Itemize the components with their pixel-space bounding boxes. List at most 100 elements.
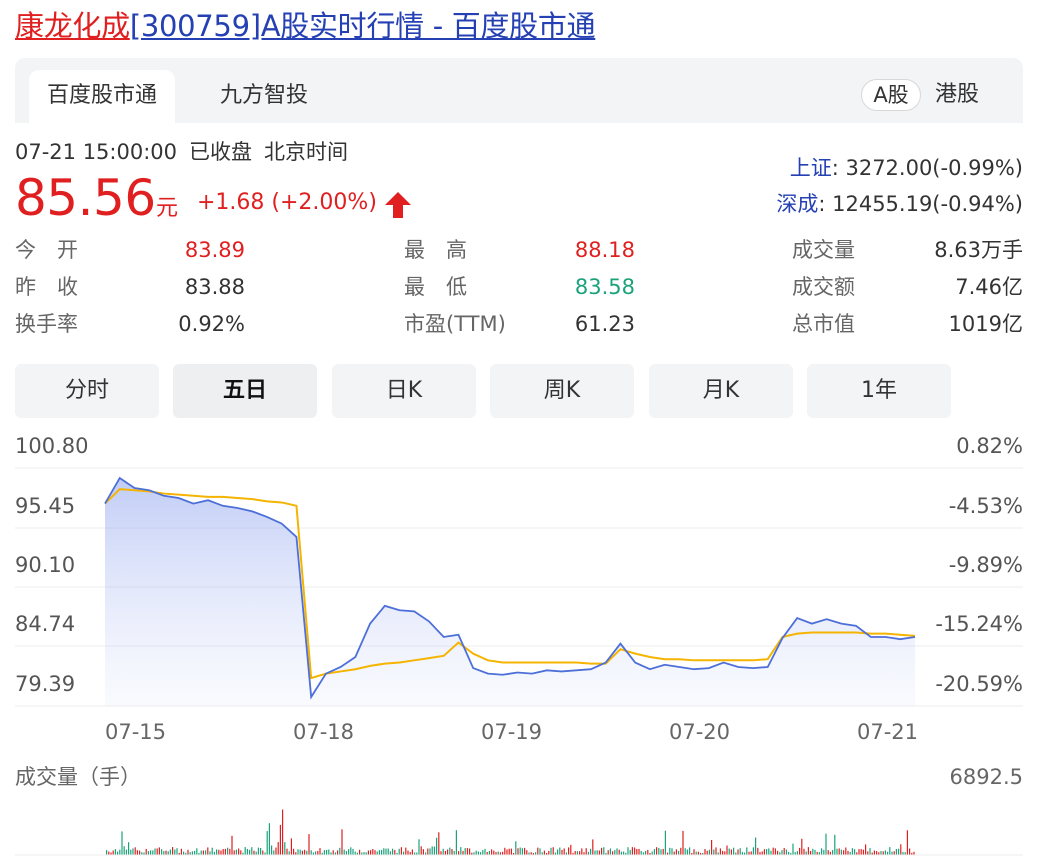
volume-bar: [603, 847, 605, 855]
volume-bar: [873, 850, 875, 855]
volume-bar: [616, 848, 618, 855]
volume-bar: [812, 848, 814, 855]
volume-bar: [761, 851, 763, 855]
volume-bar: [660, 849, 662, 855]
volume-bar: [257, 847, 259, 855]
volume-bar: [475, 850, 477, 855]
volume-bar: [315, 851, 317, 855]
volume-bar: [161, 849, 163, 855]
volume-bar: [781, 850, 783, 855]
volume-bar: [172, 847, 174, 855]
volume-bar: [810, 851, 812, 855]
volume-bar: [898, 848, 900, 855]
volume-bar: [194, 850, 196, 855]
volume-bar: [112, 850, 114, 855]
volume-bar: [205, 850, 207, 855]
volume-bar: [880, 851, 882, 855]
volume-bar: [304, 849, 306, 855]
volume-bar: [273, 850, 275, 855]
volume-bar: [180, 848, 182, 855]
volume-bar: [618, 849, 620, 855]
volume-bar: [675, 849, 677, 855]
volume-bar: [306, 850, 308, 855]
volume-bar: [389, 851, 391, 855]
volume-bar: [438, 832, 440, 855]
volume-bar: [884, 850, 886, 855]
volume-bar: [552, 847, 554, 855]
volume-bar: [636, 849, 638, 855]
volume-bar: [777, 850, 779, 855]
volume-bar: [174, 849, 176, 855]
volume-bar: [229, 848, 231, 855]
volume-bar: [469, 848, 471, 855]
volume-bar: [310, 850, 312, 855]
volume-bar: [367, 850, 369, 855]
volume-bar: [152, 850, 154, 855]
volume-bar: [400, 847, 402, 855]
volume-bar: [601, 847, 603, 855]
volume-bar: [783, 848, 785, 855]
volume-bar: [638, 848, 640, 855]
volume-bar: [521, 848, 523, 855]
volume-bar: [612, 851, 614, 855]
volume-bar: [568, 847, 570, 855]
volume-bar: [882, 851, 884, 855]
volume-bar: [293, 848, 295, 855]
volume-bar: [906, 830, 908, 855]
volume-bar: [240, 850, 242, 855]
volume-bar: [539, 848, 541, 855]
volume-bar: [339, 847, 341, 855]
volume-bar: [827, 850, 829, 855]
volume-bar: [139, 850, 141, 855]
volume-bar: [585, 848, 587, 855]
volume-bar: [211, 847, 213, 855]
volume-bar: [792, 843, 794, 855]
volume-bar: [825, 833, 827, 855]
volume-bar: [889, 847, 891, 855]
volume-bar: [893, 851, 895, 855]
volume-bar: [191, 851, 193, 855]
volume-bar: [865, 844, 867, 855]
volume-bar: [876, 851, 878, 855]
volume-bar: [464, 848, 466, 855]
volume-bar: [658, 848, 660, 855]
volume-bar: [458, 851, 460, 855]
volume-bar: [176, 848, 178, 855]
volume-bar: [673, 851, 675, 855]
volume-bar: [629, 850, 631, 855]
volume-bar: [515, 841, 517, 855]
volume-bar: [711, 840, 713, 855]
volume-bar: [909, 848, 911, 855]
volume-bar: [466, 848, 468, 855]
volume-bar: [739, 848, 741, 855]
volume-bar: [209, 851, 211, 855]
volume-bar: [695, 851, 697, 855]
volume-bar: [253, 850, 255, 855]
volume-bar: [420, 846, 422, 855]
volume-bar: [497, 851, 499, 855]
volume-bar: [398, 848, 400, 855]
volume-bar: [288, 851, 290, 855]
volume-bar: [222, 849, 224, 855]
volume-bar: [235, 849, 237, 855]
volume-bar: [341, 829, 343, 855]
volume-bar: [125, 849, 127, 855]
volume-bar: [271, 845, 273, 855]
volume-bar: [581, 848, 583, 855]
volume-bar: [724, 851, 726, 855]
volume-bar: [348, 849, 350, 855]
volume-bar: [117, 851, 119, 855]
volume-bar: [801, 838, 803, 855]
volume-bar: [332, 850, 334, 855]
volume-bar: [746, 847, 748, 855]
volume-bar: [392, 848, 394, 855]
volume-bar: [442, 848, 444, 855]
volume-bar: [350, 847, 352, 855]
volume-bar: [682, 830, 684, 855]
volume-bar: [706, 850, 708, 855]
volume-bar: [279, 824, 281, 855]
price-chart[interactable]: [0, 0, 1046, 861]
volume-bar: [387, 848, 389, 855]
volume-bar: [517, 848, 519, 855]
volume-bar: [165, 850, 167, 855]
